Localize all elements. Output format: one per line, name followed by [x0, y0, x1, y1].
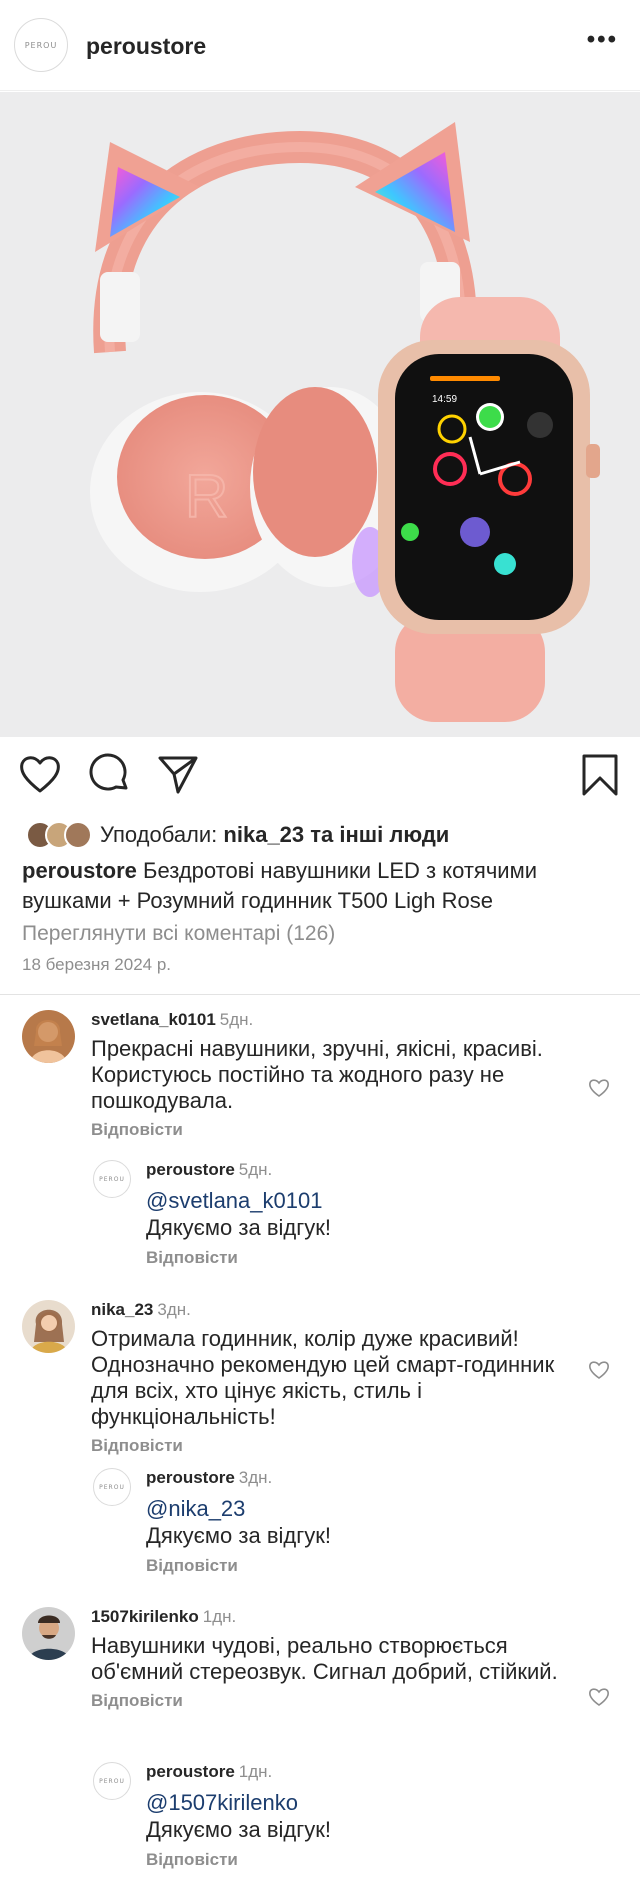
- watch-time: 14:59: [432, 394, 457, 405]
- likes-user[interactable]: nika_23: [223, 822, 304, 848]
- post-header: PEROU peroustore •••: [0, 0, 640, 91]
- comment-text: Навушники чудові, реально створюється об…: [91, 1633, 558, 1684]
- share-send-icon[interactable]: [156, 752, 200, 796]
- reply-button[interactable]: Відповісти: [146, 1850, 586, 1870]
- post-date: 18 березня 2024 р.: [22, 955, 171, 974]
- divider: [0, 994, 640, 995]
- reply-text: Дякуємо за відгук!: [146, 1215, 331, 1240]
- commenter-avatar[interactable]: [22, 1010, 75, 1063]
- product-illustration: R 14:59: [90, 122, 600, 722]
- reply-username[interactable]: peroustore: [146, 1468, 235, 1487]
- comment-username[interactable]: 1507kirilenko: [91, 1607, 199, 1626]
- view-all-comments-link[interactable]: Переглянути всі коментарі (126): [22, 922, 335, 946]
- comment-time: 1дн.: [202, 1607, 237, 1626]
- comment-username[interactable]: svetlana_k0101: [91, 1010, 216, 1029]
- comment-bubble-icon[interactable]: [88, 752, 132, 796]
- reply-time: 3дн.: [238, 1468, 273, 1487]
- comment-username[interactable]: nika_23: [91, 1300, 153, 1319]
- comment-like-icon[interactable]: [588, 1078, 610, 1098]
- post-caption: peroustore Бездротові навушники LED з ко…: [22, 856, 622, 916]
- commenter-avatar[interactable]: [22, 1300, 75, 1353]
- post-actions: [0, 752, 640, 802]
- reply-mention[interactable]: @nika_23: [146, 1496, 586, 1522]
- reply-username[interactable]: peroustore: [146, 1160, 235, 1179]
- store-avatar[interactable]: PEROU: [93, 1468, 131, 1506]
- likes-prefix: Уподобали:: [100, 822, 218, 847]
- reply-text: Дякуємо за відгук!: [146, 1817, 331, 1842]
- reply-time: 1дн.: [238, 1762, 273, 1781]
- commenter-avatar[interactable]: [22, 1607, 75, 1660]
- comment-text: Отримала годинник, колір дуже красивий! …: [91, 1326, 555, 1429]
- store-avatar[interactable]: PEROU: [93, 1762, 131, 1800]
- comment-like-icon[interactable]: [588, 1687, 610, 1707]
- post-username[interactable]: peroustore: [86, 33, 206, 60]
- store-avatar[interactable]: PEROU: [14, 18, 68, 72]
- reply-button[interactable]: Відповісти: [146, 1556, 586, 1576]
- likes-summary[interactable]: Уподобали: nika_23 та інші люди: [26, 820, 449, 850]
- cup-letter: R: [185, 463, 228, 530]
- comment-text: Прекрасні навушники, зручні, якісні, кра…: [91, 1036, 543, 1113]
- bookmark-icon[interactable]: [578, 752, 622, 796]
- likes-suffix[interactable]: та інші люди: [310, 822, 449, 848]
- store-avatar[interactable]: PEROU: [93, 1160, 131, 1198]
- comment-time: 3дн.: [157, 1300, 191, 1319]
- liker-avatars: [26, 821, 92, 849]
- reply-time: 5дн.: [238, 1160, 273, 1179]
- comment-like-icon[interactable]: [588, 1360, 610, 1380]
- reply-username[interactable]: peroustore: [146, 1762, 235, 1781]
- liker-avatar: [64, 821, 92, 849]
- more-options-icon[interactable]: •••: [587, 28, 618, 52]
- comment-time: 5дн.: [219, 1010, 254, 1029]
- reply-button[interactable]: Відповісти: [91, 1120, 571, 1140]
- reply-mention[interactable]: @1507kirilenko: [146, 1790, 586, 1816]
- post-image[interactable]: R 14:59: [0, 92, 640, 737]
- reply-mention[interactable]: @svetlana_k0101: [146, 1188, 586, 1214]
- reply-button[interactable]: Відповісти: [146, 1248, 586, 1268]
- reply-button[interactable]: Відповісти: [91, 1436, 571, 1456]
- reply-text: Дякуємо за відгук!: [146, 1523, 331, 1548]
- like-heart-icon[interactable]: [18, 752, 62, 796]
- reply-button[interactable]: Відповісти: [91, 1691, 571, 1711]
- caption-username[interactable]: peroustore: [22, 858, 137, 883]
